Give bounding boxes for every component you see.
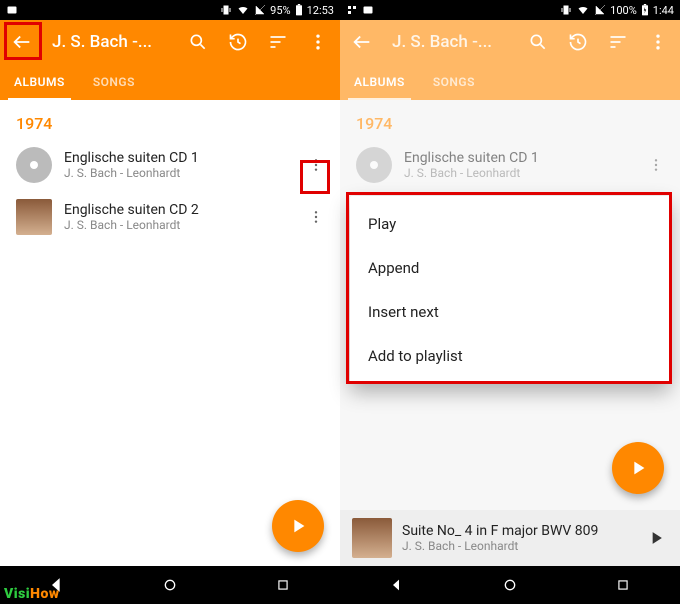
page-title: J. S. Bach -... bbox=[44, 32, 176, 52]
tab-songs[interactable]: SONGS bbox=[419, 64, 489, 100]
clock-text: 12:53 bbox=[307, 4, 334, 17]
app-bar: J. S. Bach -... ALBUMS SONGS bbox=[0, 20, 340, 100]
context-menu: Play Append Insert next Add to playlist bbox=[350, 196, 670, 384]
battery-icon bbox=[295, 4, 303, 16]
search-button[interactable] bbox=[180, 24, 216, 60]
nav-home-button[interactable] bbox=[490, 566, 530, 604]
list-item[interactable]: Englische suiten CD 2 J. S. Bach - Leonh… bbox=[0, 191, 340, 243]
tab-albums[interactable]: ALBUMS bbox=[0, 64, 79, 100]
back-button[interactable] bbox=[4, 24, 40, 60]
nav-back-button[interactable] bbox=[377, 566, 417, 604]
clock-text: 1:44 bbox=[653, 4, 674, 17]
list-item[interactable]: Englische suiten CD 1 J. S. Bach - Leonh… bbox=[0, 139, 340, 191]
item-title: Englische suiten CD 1 bbox=[64, 150, 288, 166]
album-art-icon bbox=[16, 199, 52, 235]
content-area: 1974 Englische suiten CD 1 J. S. Bach - … bbox=[0, 100, 340, 604]
notification-icon bbox=[362, 4, 374, 16]
item-subtitle: J. S. Bach - Leonhardt bbox=[64, 166, 288, 180]
menu-item-add-to-playlist[interactable]: Add to playlist bbox=[350, 334, 670, 378]
play-fab[interactable] bbox=[272, 500, 324, 552]
menu-item-insert-next[interactable]: Insert next bbox=[350, 290, 670, 334]
status-bar: 100% 1:44 bbox=[340, 0, 680, 20]
vibrate-icon bbox=[560, 4, 572, 16]
wifi-icon bbox=[236, 4, 250, 16]
history-button[interactable] bbox=[220, 24, 256, 60]
page-title: J. S. Bach -... bbox=[384, 32, 516, 52]
overflow-button[interactable] bbox=[300, 24, 336, 60]
play-fab[interactable] bbox=[612, 442, 664, 494]
sort-button[interactable] bbox=[260, 24, 296, 60]
nav-home-button[interactable] bbox=[150, 566, 190, 604]
notification-icon bbox=[346, 4, 358, 16]
search-button[interactable] bbox=[520, 24, 556, 60]
item-subtitle: J. S. Bach - Leonhardt bbox=[404, 166, 628, 180]
year-header: 1974 bbox=[0, 100, 340, 139]
menu-item-append[interactable]: Append bbox=[350, 246, 670, 290]
nav-recent-button[interactable] bbox=[603, 566, 643, 604]
album-art-icon bbox=[16, 147, 52, 183]
menu-label: Add to playlist bbox=[368, 347, 463, 365]
menu-item-play[interactable]: Play bbox=[350, 202, 670, 246]
mini-title: Suite No_ 4 in F major BWV 809 bbox=[402, 523, 630, 539]
year-header: 1974 bbox=[340, 100, 680, 139]
battery-text: 100% bbox=[610, 4, 637, 17]
battery-charging-icon bbox=[641, 4, 649, 16]
watermark-part1: Visi bbox=[4, 586, 30, 602]
watermark-part2: How bbox=[30, 586, 59, 602]
watermark: VisiHow bbox=[0, 584, 64, 604]
signal-off-icon bbox=[594, 4, 606, 16]
item-subtitle: J. S. Bach - Leonhardt bbox=[64, 218, 288, 232]
history-button[interactable] bbox=[560, 24, 596, 60]
wifi-icon bbox=[576, 4, 590, 16]
item-title: Englische suiten CD 2 bbox=[64, 202, 288, 218]
tab-bar: ALBUMS SONGS bbox=[340, 64, 680, 100]
vibrate-icon bbox=[220, 4, 232, 16]
nav-recent-button[interactable] bbox=[263, 566, 303, 604]
item-overflow-button[interactable] bbox=[300, 149, 332, 181]
signal-off-icon bbox=[254, 4, 266, 16]
overflow-button[interactable] bbox=[640, 24, 676, 60]
tab-label: ALBUMS bbox=[14, 75, 65, 89]
phone-right: 100% 1:44 J. S. Bach -... ALBUMS SONGS 1… bbox=[340, 0, 680, 604]
menu-label: Play bbox=[368, 215, 396, 233]
tab-albums[interactable]: ALBUMS bbox=[340, 64, 419, 100]
menu-label: Insert next bbox=[368, 303, 439, 321]
mini-player[interactable]: Suite No_ 4 in F major BWV 809 J. S. Bac… bbox=[340, 510, 680, 566]
album-art-icon bbox=[352, 518, 392, 558]
album-art-icon bbox=[356, 147, 392, 183]
mini-play-button[interactable] bbox=[640, 522, 672, 554]
tab-label: ALBUMS bbox=[354, 75, 405, 89]
phone-left: 95% 12:53 J. S. Bach -... ALBUMS SONGS 1… bbox=[0, 0, 340, 604]
mini-subtitle: J. S. Bach - Leonhardt bbox=[402, 539, 630, 553]
tab-label: SONGS bbox=[433, 75, 475, 89]
app-bar: J. S. Bach -... ALBUMS SONGS bbox=[340, 20, 680, 100]
item-overflow-button[interactable] bbox=[640, 149, 672, 181]
sort-button[interactable] bbox=[600, 24, 636, 60]
status-bar: 95% 12:53 bbox=[0, 0, 340, 20]
notification-icon bbox=[6, 4, 18, 16]
item-overflow-button[interactable] bbox=[300, 201, 332, 233]
tab-bar: ALBUMS SONGS bbox=[0, 64, 340, 100]
tab-label: SONGS bbox=[93, 75, 135, 89]
back-button[interactable] bbox=[344, 24, 380, 60]
android-nav-bar bbox=[340, 566, 680, 604]
menu-label: Append bbox=[368, 259, 419, 277]
list-item[interactable]: Englische suiten CD 1 J. S. Bach - Leonh… bbox=[340, 139, 680, 191]
item-title: Englische suiten CD 1 bbox=[404, 150, 628, 166]
tab-songs[interactable]: SONGS bbox=[79, 64, 149, 100]
battery-text: 95% bbox=[270, 4, 290, 17]
